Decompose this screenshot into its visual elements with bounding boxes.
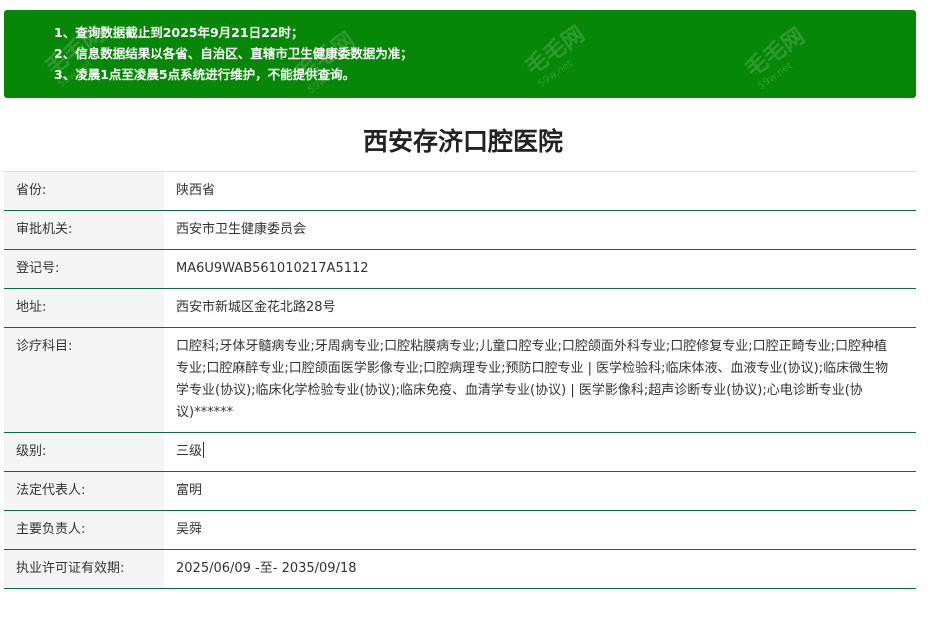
- table-row: 主要负责人: 吴舜: [4, 510, 916, 550]
- field-value: 吴舜: [164, 510, 916, 550]
- table-row: 级别: 三级: [4, 432, 916, 472]
- table-row: 登记号: MA6U9WAB561010217A5112: [4, 249, 916, 289]
- field-value: 西安市卫生健康委员会: [164, 210, 916, 250]
- notice-line: 2、信息数据结果以各省、自治区、直辖市卫生健康委数据为准；: [54, 46, 413, 61]
- field-label: 审批机关:: [4, 210, 164, 250]
- field-label: 主要负责人:: [4, 510, 164, 550]
- field-value: 口腔科;牙体牙髓病专业;牙周病专业;口腔粘膜病专业;儿童口腔专业;口腔颌面外科专…: [164, 327, 916, 433]
- table-row: 地址: 西安市新城区金花北路28号: [4, 288, 916, 328]
- notice-line: 3、凌晨1点至凌晨5点系统进行维护，不能提供查询。: [54, 67, 356, 82]
- field-value: 2025/06/09 -至- 2035/09/18: [164, 549, 916, 589]
- field-label: 地址:: [4, 288, 164, 328]
- field-label: 法定代表人:: [4, 471, 164, 511]
- table-row: 法定代表人: 富明: [4, 471, 916, 511]
- field-value-cell: 三级: [164, 432, 916, 472]
- table-row: 执业许可证有效期: 2025/06/09 -至- 2035/09/18: [4, 549, 916, 589]
- field-label: 诊疗科目:: [4, 327, 164, 433]
- field-value: 富明: [164, 471, 916, 511]
- field-label: 登记号:: [4, 249, 164, 289]
- hospital-info-table: 省份: 陕西省 审批机关: 西安市卫生健康委员会 登记号: MA6U9WAB56…: [4, 171, 916, 589]
- text-cursor: [203, 442, 205, 458]
- field-label: 级别:: [4, 432, 164, 472]
- field-value: 西安市新城区金花北路28号: [164, 288, 916, 328]
- hospital-name: 西安存济口腔医院: [362, 127, 563, 156]
- table-row: 诊疗科目: 口腔科;牙体牙髓病专业;牙周病专业;口腔粘膜病专业;儿童口腔专业;口…: [4, 327, 916, 433]
- table-row: 审批机关: 西安市卫生健康委员会: [4, 210, 916, 250]
- field-label: 执业许可证有效期:: [4, 549, 164, 589]
- table-row: 省份: 陕西省: [4, 171, 916, 211]
- field-label: 省份:: [4, 171, 164, 211]
- field-value: 三级: [176, 444, 203, 459]
- field-value: MA6U9WAB561010217A5112: [164, 249, 916, 289]
- field-value: 陕西省: [164, 171, 916, 211]
- notice-line: 1、查询数据截止到2025年9月21日22时；: [54, 25, 304, 40]
- notice-banner: 毛毛网 59w.net 毛毛网 59w.net 毛毛网 59w.net 毛毛网 59w.…: [4, 10, 916, 98]
